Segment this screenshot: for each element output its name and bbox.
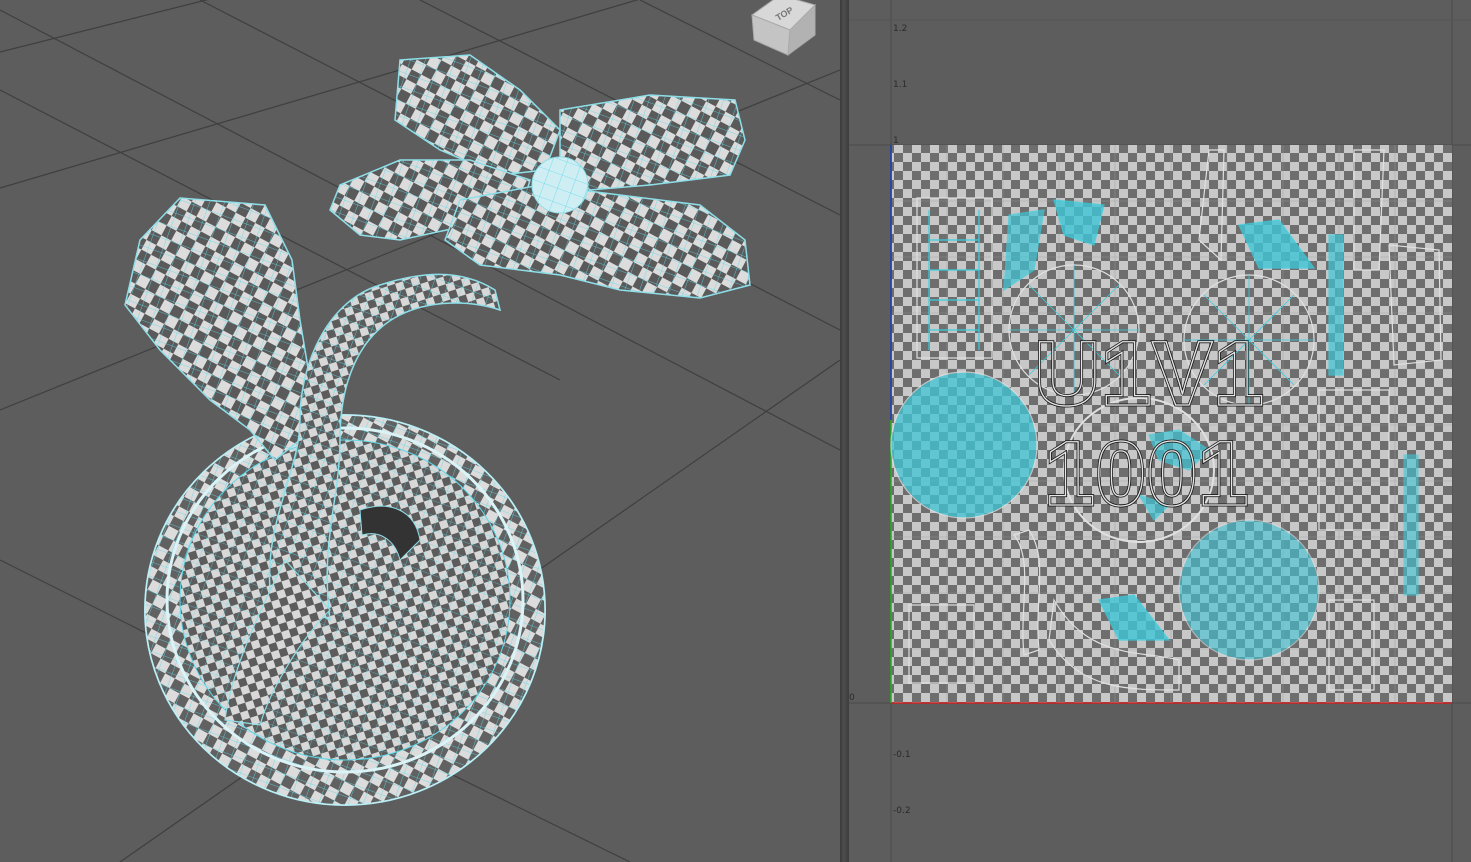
panel-splitter[interactable] (840, 0, 849, 862)
uv-editor-panel[interactable]: U1V1 U1V1 1001 1001 1.2 1.1 1 -0.1 -0.2 … (849, 0, 1471, 862)
leaf-mesh[interactable] (124, 197, 311, 462)
tick-1: 1 (893, 136, 899, 146)
perspective-viewport[interactable]: TOP (0, 0, 840, 862)
tick-1-2: 1.2 (893, 24, 907, 34)
tick-1-1: 1.1 (893, 80, 907, 90)
uv-tile-label: U1V1 U1V1 1001 1001 (1033, 322, 1266, 527)
view-cube[interactable]: TOP (750, 0, 816, 57)
tick-origin: 0 (849, 693, 855, 703)
pot-mesh[interactable] (144, 414, 546, 806)
svg-text:1001: 1001 (1044, 423, 1249, 525)
viewport-canvas: TOP (0, 0, 840, 862)
tick-minus-0-1: -0.1 (893, 750, 911, 760)
svg-text:U1V1: U1V1 (1034, 323, 1264, 425)
tick-minus-0-2: -0.2 (893, 806, 911, 816)
flower-mesh[interactable] (329, 54, 751, 299)
uv-canvas: U1V1 U1V1 1001 1001 1.2 1.1 1 -0.1 -0.2 … (849, 0, 1471, 862)
